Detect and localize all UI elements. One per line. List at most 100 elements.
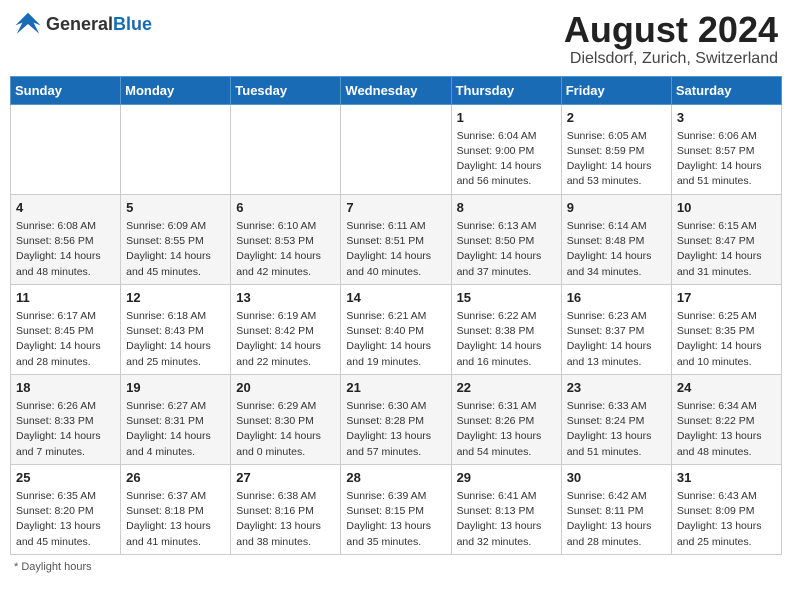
day-info: Sunrise: 6:05 AMSunset: 8:59 PMDaylight:… bbox=[567, 129, 666, 190]
day-number: 18 bbox=[16, 379, 115, 397]
header: GeneralBlue August 2024 Dielsdorf, Zuric… bbox=[10, 10, 782, 68]
day-number: 1 bbox=[457, 109, 556, 127]
day-number: 28 bbox=[346, 469, 445, 487]
day-info: Sunrise: 6:22 AMSunset: 8:38 PMDaylight:… bbox=[457, 309, 556, 370]
calendar-cell-w3-d4: 14 Sunrise: 6:21 AMSunset: 8:40 PMDayligh… bbox=[341, 284, 451, 374]
calendar-cell-w1-d6: 2 Sunrise: 6:05 AMSunset: 8:59 PMDaylight… bbox=[561, 104, 671, 194]
calendar-cell-w5-d5: 29 Sunrise: 6:41 AMSunset: 8:13 PMDayligh… bbox=[451, 464, 561, 554]
day-info: Sunrise: 6:27 AMSunset: 8:31 PMDaylight:… bbox=[126, 399, 225, 460]
calendar-cell-w5-d4: 28Sunrise: 6:39 AMSunset: 8:15 PMDayligh… bbox=[341, 464, 451, 554]
calendar-week-2: 4Sunrise: 6:08 AMSunset: 8:56 PMDaylight… bbox=[11, 194, 782, 284]
day-info: Sunrise: 6:13 AMSunset: 8:50 PMDaylight:… bbox=[457, 219, 556, 280]
day-info: Sunrise: 6:35 AMSunset: 8:20 PMDaylight:… bbox=[16, 489, 115, 550]
day-number: 15 bbox=[457, 289, 556, 307]
calendar-week-3: 11 Sunrise: 6:17 AMSunset: 8:45 PMDayligh… bbox=[11, 284, 782, 374]
day-number: 16 bbox=[567, 289, 666, 307]
day-number: 14 bbox=[346, 289, 445, 307]
day-number: 29 bbox=[457, 469, 556, 487]
calendar-cell-w5-d3: 27 Sunrise: 6:38 AMSunset: 8:16 PMDayligh… bbox=[231, 464, 341, 554]
day-info: Sunrise: 6:23 AMSunset: 8:37 PMDaylight:… bbox=[567, 309, 666, 370]
day-info: Sunrise: 6:11 AMSunset: 8:51 PMDaylight:… bbox=[346, 219, 445, 280]
month-title: August 2024 bbox=[564, 10, 778, 50]
calendar-cell-w4-d7: 24 Sunrise: 6:34 AMSunset: 8:22 PMDayligh… bbox=[671, 374, 781, 464]
calendar-cell-w1-d1 bbox=[11, 104, 121, 194]
day-info: Sunrise: 6:30 AMSunset: 8:28 PMDaylight:… bbox=[346, 399, 445, 460]
calendar-cell-w2-d7: 10Sunrise: 6:15 AMSunset: 8:47 PMDayligh… bbox=[671, 194, 781, 284]
day-info: Sunrise: 6:33 AMSunset: 8:24 PMDaylight:… bbox=[567, 399, 666, 460]
day-number: 21 bbox=[346, 379, 445, 397]
day-info: Sunrise: 6:41 AMSunset: 8:13 PMDaylight:… bbox=[457, 489, 556, 550]
day-info: Sunrise: 6:38 AMSunset: 8:16 PMDaylight:… bbox=[236, 489, 335, 550]
calendar-week-4: 18 Sunrise: 6:26 AMSunset: 8:33 PMDayligh… bbox=[11, 374, 782, 464]
calendar-cell-w2-d2: 5Sunrise: 6:09 AMSunset: 8:55 PMDaylight… bbox=[121, 194, 231, 284]
header-sunday: Sunday bbox=[11, 76, 121, 104]
day-info: Sunrise: 6:14 AMSunset: 8:48 PMDaylight:… bbox=[567, 219, 666, 280]
day-number: 24 bbox=[677, 379, 776, 397]
day-info: Sunrise: 6:21 AMSunset: 8:40 PMDaylight:… bbox=[346, 309, 445, 370]
calendar-cell-w3-d6: 16 Sunrise: 6:23 AMSunset: 8:37 PMDayligh… bbox=[561, 284, 671, 374]
day-number: 8 bbox=[457, 199, 556, 217]
calendar-cell-w4-d6: 23Sunrise: 6:33 AMSunset: 8:24 PMDayligh… bbox=[561, 374, 671, 464]
day-info: Sunrise: 6:43 AMSunset: 8:09 PMDaylight:… bbox=[677, 489, 776, 550]
calendar-cell-w1-d7: 3 Sunrise: 6:06 AMSunset: 8:57 PMDaylight… bbox=[671, 104, 781, 194]
calendar-cell-w1-d3 bbox=[231, 104, 341, 194]
day-number: 5 bbox=[126, 199, 225, 217]
day-info: Sunrise: 6:17 AMSunset: 8:45 PMDaylight:… bbox=[16, 309, 115, 370]
calendar-cell-w5-d7: 31 Sunrise: 6:43 AMSunset: 8:09 PMDayligh… bbox=[671, 464, 781, 554]
calendar-cell-w1-d5: 1 Sunrise: 6:04 AMSunset: 9:00 PMDaylight… bbox=[451, 104, 561, 194]
calendar-cell-w5-d6: 30 Sunrise: 6:42 AMSunset: 8:11 PMDayligh… bbox=[561, 464, 671, 554]
calendar-header-row: Sunday Monday Tuesday Wednesday Thursday… bbox=[11, 76, 782, 104]
logo-blue: Blue bbox=[113, 14, 152, 34]
day-number: 3 bbox=[677, 109, 776, 127]
header-wednesday: Wednesday bbox=[341, 76, 451, 104]
day-number: 2 bbox=[567, 109, 666, 127]
day-number: 6 bbox=[236, 199, 335, 217]
calendar-cell-w2-d1: 4Sunrise: 6:08 AMSunset: 8:56 PMDaylight… bbox=[11, 194, 121, 284]
header-friday: Friday bbox=[561, 76, 671, 104]
day-info: Sunrise: 6:37 AMSunset: 8:18 PMDaylight:… bbox=[126, 489, 225, 550]
footer-note: * Daylight hours bbox=[10, 561, 782, 573]
day-info: Sunrise: 6:31 AMSunset: 8:26 PMDaylight:… bbox=[457, 399, 556, 460]
day-info: Sunrise: 6:42 AMSunset: 8:11 PMDaylight:… bbox=[567, 489, 666, 550]
day-number: 7 bbox=[346, 199, 445, 217]
calendar-cell-w2-d6: 9 Sunrise: 6:14 AMSunset: 8:48 PMDaylight… bbox=[561, 194, 671, 284]
day-number: 9 bbox=[567, 199, 666, 217]
calendar-cell-w2-d4: 7 Sunrise: 6:11 AMSunset: 8:51 PMDaylight… bbox=[341, 194, 451, 284]
day-info: Sunrise: 6:18 AMSunset: 8:43 PMDaylight:… bbox=[126, 309, 225, 370]
header-saturday: Saturday bbox=[671, 76, 781, 104]
calendar-cell-w2-d5: 8 Sunrise: 6:13 AMSunset: 8:50 PMDaylight… bbox=[451, 194, 561, 284]
calendar-week-5: 25Sunrise: 6:35 AMSunset: 8:20 PMDayligh… bbox=[11, 464, 782, 554]
calendar-cell-w4-d4: 21 Sunrise: 6:30 AMSunset: 8:28 PMDayligh… bbox=[341, 374, 451, 464]
day-info: Sunrise: 6:26 AMSunset: 8:33 PMDaylight:… bbox=[16, 399, 115, 460]
day-info: Sunrise: 6:06 AMSunset: 8:57 PMDaylight:… bbox=[677, 129, 776, 190]
calendar-cell-w4-d5: 22Sunrise: 6:31 AMSunset: 8:26 PMDayligh… bbox=[451, 374, 561, 464]
day-number: 27 bbox=[236, 469, 335, 487]
day-number: 13 bbox=[236, 289, 335, 307]
day-number: 11 bbox=[16, 289, 115, 307]
header-monday: Monday bbox=[121, 76, 231, 104]
calendar-cell-w3-d2: 12Sunrise: 6:18 AMSunset: 8:43 PMDayligh… bbox=[121, 284, 231, 374]
calendar-cell-w3-d3: 13 Sunrise: 6:19 AMSunset: 8:42 PMDayligh… bbox=[231, 284, 341, 374]
calendar-cell-w4-d3: 20Sunrise: 6:29 AMSunset: 8:30 PMDayligh… bbox=[231, 374, 341, 464]
day-number: 30 bbox=[567, 469, 666, 487]
header-tuesday: Tuesday bbox=[231, 76, 341, 104]
day-info: Sunrise: 6:34 AMSunset: 8:22 PMDaylight:… bbox=[677, 399, 776, 460]
calendar-cell-w1-d2 bbox=[121, 104, 231, 194]
calendar-cell-w5-d2: 26 Sunrise: 6:37 AMSunset: 8:18 PMDayligh… bbox=[121, 464, 231, 554]
day-number: 19 bbox=[126, 379, 225, 397]
day-info: Sunrise: 6:25 AMSunset: 8:35 PMDaylight:… bbox=[677, 309, 776, 370]
day-info: Sunrise: 6:15 AMSunset: 8:47 PMDaylight:… bbox=[677, 219, 776, 280]
logo-general: General bbox=[46, 14, 113, 34]
day-info: Sunrise: 6:19 AMSunset: 8:42 PMDaylight:… bbox=[236, 309, 335, 370]
location-title: Dielsdorf, Zurich, Switzerland bbox=[564, 50, 778, 68]
calendar-cell-w3-d1: 11 Sunrise: 6:17 AMSunset: 8:45 PMDayligh… bbox=[11, 284, 121, 374]
day-number: 20 bbox=[236, 379, 335, 397]
day-number: 26 bbox=[126, 469, 225, 487]
calendar-week-1: 1 Sunrise: 6:04 AMSunset: 9:00 PMDaylight… bbox=[11, 104, 782, 194]
day-number: 17 bbox=[677, 289, 776, 307]
title-area: August 2024 Dielsdorf, Zurich, Switzerla… bbox=[564, 10, 778, 68]
day-info: Sunrise: 6:04 AMSunset: 9:00 PMDaylight:… bbox=[457, 129, 556, 190]
day-number: 31 bbox=[677, 469, 776, 487]
calendar-cell-w3-d7: 17 Sunrise: 6:25 AMSunset: 8:35 PMDayligh… bbox=[671, 284, 781, 374]
calendar-cell-w4-d1: 18 Sunrise: 6:26 AMSunset: 8:33 PMDayligh… bbox=[11, 374, 121, 464]
